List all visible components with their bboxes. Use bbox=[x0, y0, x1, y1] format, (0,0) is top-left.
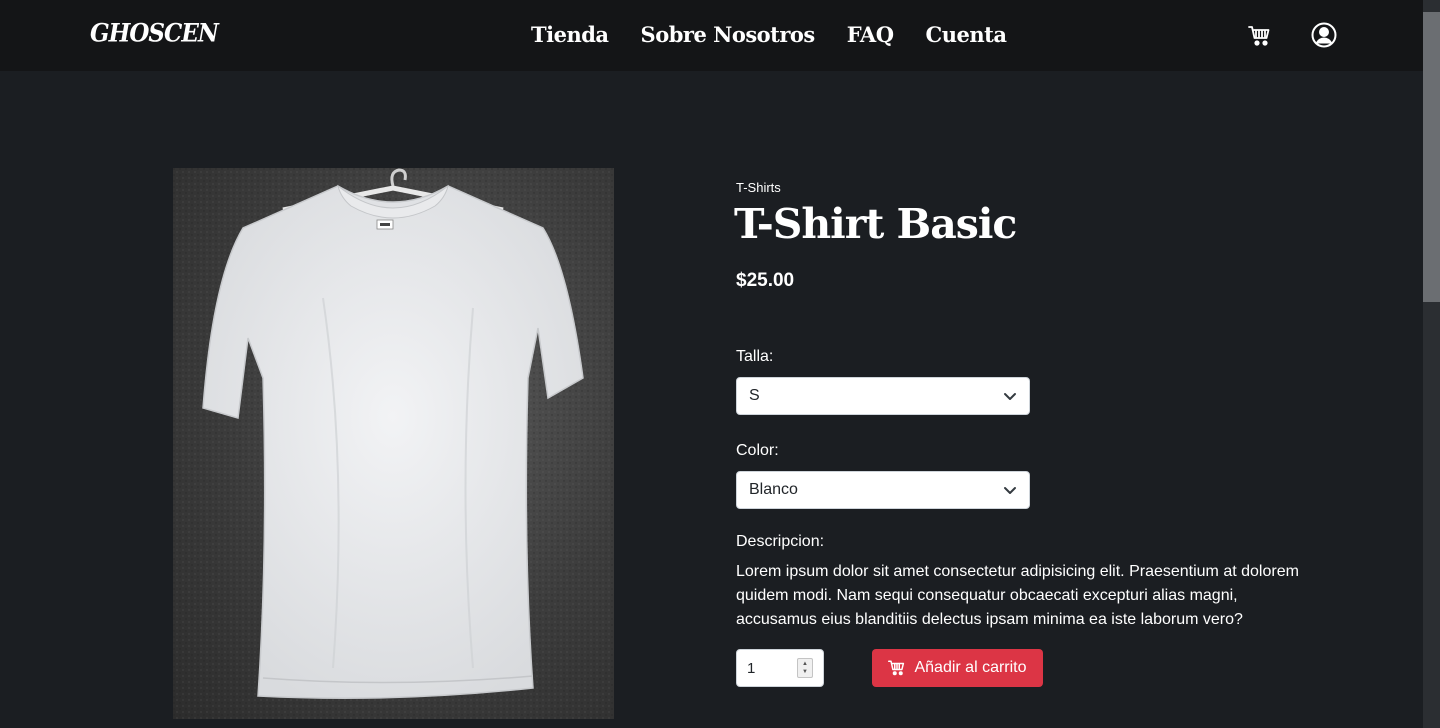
chevron-up-icon[interactable]: ▲ bbox=[802, 660, 808, 668]
product-title: T-Shirt Basic bbox=[734, 200, 1017, 248]
cart-icon bbox=[888, 660, 905, 676]
product-price: $25.00 bbox=[736, 270, 795, 291]
nav-link-tienda[interactable]: Tienda bbox=[531, 22, 609, 47]
color-select[interactable]: Blanco bbox=[736, 471, 1030, 509]
color-select-value: Blanco bbox=[749, 481, 798, 498]
brand-logo[interactable]: GHOSCEN bbox=[90, 16, 219, 51]
chevron-down-icon bbox=[1004, 393, 1016, 400]
nav-link-faq[interactable]: FAQ bbox=[847, 22, 894, 47]
tshirt-image bbox=[173, 168, 614, 719]
chevron-down-icon[interactable]: ▼ bbox=[802, 668, 808, 676]
nav-link-sobre-nosotros[interactable]: Sobre Nosotros bbox=[641, 22, 816, 47]
product-description: Lorem ipsum dolor sit amet consectetur a… bbox=[736, 563, 1299, 628]
chevron-down-icon bbox=[1004, 487, 1016, 494]
cart-button[interactable] bbox=[1246, 22, 1274, 50]
size-select-value: S bbox=[749, 387, 760, 404]
size-label: Talla: bbox=[736, 348, 774, 365]
cart-icon bbox=[1248, 26, 1270, 46]
quantity-spinner[interactable]: ▲ ▼ bbox=[797, 658, 813, 678]
product-image bbox=[173, 168, 614, 719]
add-to-cart-button[interactable]: Añadir al carrito bbox=[872, 649, 1043, 687]
description-label: Descripcion: bbox=[736, 533, 825, 550]
quantity-input[interactable]: 1 ▲ ▼ bbox=[736, 649, 824, 687]
size-select[interactable]: S bbox=[736, 377, 1030, 415]
nav-link-cuenta[interactable]: Cuenta bbox=[926, 22, 1007, 47]
add-to-cart-label: Añadir al carrito bbox=[914, 659, 1027, 676]
page-scrollbar-thumb[interactable] bbox=[1423, 12, 1440, 302]
color-label: Color: bbox=[736, 442, 779, 459]
product-category[interactable]: T-Shirts bbox=[736, 180, 781, 195]
user-circle-icon bbox=[1311, 22, 1337, 48]
navbar: GHOSCEN Tienda Sobre Nosotros FAQ Cuenta bbox=[0, 0, 1423, 71]
main-nav: Tienda Sobre Nosotros FAQ Cuenta bbox=[531, 18, 1007, 50]
quantity-value: 1 bbox=[747, 659, 756, 677]
account-button[interactable] bbox=[1310, 21, 1338, 49]
